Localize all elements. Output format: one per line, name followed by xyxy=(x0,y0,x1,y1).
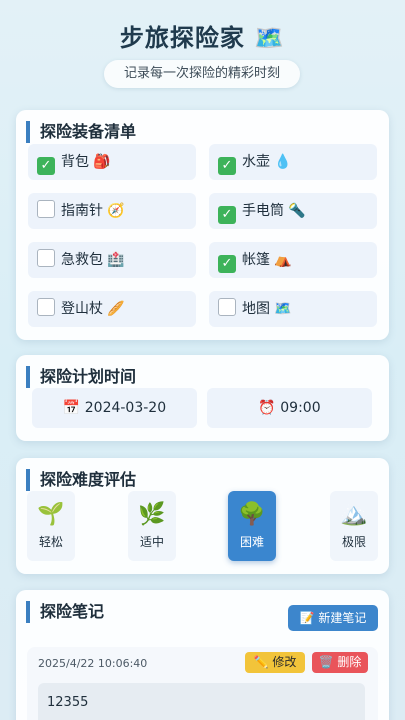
unchecked-box-icon[interactable] xyxy=(37,249,55,267)
note-entry: 2025/4/22 10:06:40 ✏️ 修改 🗑️ 删除 12355 xyxy=(27,647,378,720)
date-picker[interactable]: 📅 2024-03-20 xyxy=(32,388,197,428)
new-note-button[interactable]: 📝 新建笔记 xyxy=(288,605,378,631)
equipment-item-icon: 🗺️ xyxy=(274,301,292,317)
notes-title: 探险笔记 xyxy=(26,601,104,623)
alarm-clock-icon: ⏰ xyxy=(258,400,276,416)
difficulty-label: 极限 xyxy=(341,535,366,549)
equipment-item[interactable]: 指南针 🧭 xyxy=(28,193,196,229)
equipment-item-label: 急救包 xyxy=(61,252,103,268)
equipment-item-icon: 💧 xyxy=(274,154,292,170)
difficulty-icon: 🌱 xyxy=(37,502,65,527)
checked-box-icon[interactable]: ✓ xyxy=(218,206,236,224)
equipment-item-label: 背包 xyxy=(61,154,89,170)
calendar-icon: 📅 xyxy=(62,400,81,416)
edit-note-button[interactable]: ✏️ 修改 xyxy=(245,652,305,673)
equipment-item-icon: 🧭 xyxy=(107,203,125,219)
checked-box-icon[interactable]: ✓ xyxy=(218,255,236,273)
app-title: 步旅探险家 🗺️ xyxy=(119,24,286,52)
equipment-item[interactable]: ✓ 水壶 💧 xyxy=(209,144,377,180)
checked-box-icon[interactable]: ✓ xyxy=(37,157,55,175)
equipment-card: 探险装备清单 ✓ 背包 🎒 ✓ 水壶 💧 指南针 🧭 ✓ 手电筒 🔦 急救包 🏥 ✓ 帐篷 ⛺ 登山杖 🥖 地图 🗺️ xyxy=(16,110,389,340)
equipment-item[interactable]: 登山杖 🥖 xyxy=(28,291,196,327)
difficulty-icon: 🏔️ xyxy=(340,502,368,527)
difficulty-label: 轻松 xyxy=(38,535,63,549)
equipment-item[interactable]: 急救包 🏥 xyxy=(28,242,196,278)
difficulty-card: 探险难度评估 🌱 轻松 🌿 适中 🌳 困难 🏔️ 极限 xyxy=(16,458,389,574)
difficulty-option[interactable]: 🏔️ 极限 xyxy=(330,491,378,561)
difficulty-icon: 🌿 xyxy=(138,502,166,527)
difficulty-label: 困难 xyxy=(239,535,264,549)
difficulty-label: 适中 xyxy=(139,535,164,549)
time-picker[interactable]: ⏰ 09:00 xyxy=(207,388,372,428)
equipment-item-icon: ⛺ xyxy=(274,252,292,268)
difficulty-icon: 🌳 xyxy=(238,502,266,527)
equipment-title: 探险装备清单 xyxy=(26,121,136,143)
schedule-title: 探险计划时间 xyxy=(26,366,136,388)
schedule-card: 探险计划时间 📅 2024-03-20 ⏰ 09:00 xyxy=(16,355,389,441)
equipment-item-label: 地图 xyxy=(242,301,270,317)
equipment-item-icon: 🏥 xyxy=(107,252,125,268)
unchecked-box-icon[interactable] xyxy=(218,298,236,316)
difficulty-option[interactable]: 🌳 困难 xyxy=(228,491,276,561)
equipment-item-label: 登山杖 xyxy=(61,301,103,317)
equipment-item[interactable]: ✓ 背包 🎒 xyxy=(28,144,196,180)
equipment-item-icon: 🥖 xyxy=(107,301,125,317)
note-timestamp: 2025/4/22 10:06:40 xyxy=(38,657,148,670)
equipment-item-label: 帐篷 xyxy=(242,252,270,268)
unchecked-box-icon[interactable] xyxy=(37,298,55,316)
app-subtitle: 记录每一次探险的精彩时刻 xyxy=(104,60,300,88)
checked-box-icon[interactable]: ✓ xyxy=(218,157,236,175)
equipment-item-icon: 🔦 xyxy=(288,203,306,219)
difficulty-title: 探险难度评估 xyxy=(26,469,136,491)
equipment-item-label: 手电筒 xyxy=(242,203,284,219)
date-value: 2024-03-20 xyxy=(84,400,167,416)
difficulty-option[interactable]: 🌱 轻松 xyxy=(27,491,75,561)
unchecked-box-icon[interactable] xyxy=(37,200,55,218)
notes-card: 探险笔记 📝 新建笔记 2025/4/22 10:06:40 ✏️ 修改 🗑️ … xyxy=(16,590,389,720)
equipment-item-label: 水壶 xyxy=(242,154,270,170)
equipment-item-icon: 🎒 xyxy=(93,154,111,170)
time-value: 09:00 xyxy=(280,400,321,416)
equipment-item[interactable]: ✓ 帐篷 ⛺ xyxy=(209,242,377,278)
difficulty-option[interactable]: 🌿 适中 xyxy=(128,491,176,561)
delete-note-button[interactable]: 🗑️ 删除 xyxy=(312,652,368,673)
note-content[interactable]: 12355 xyxy=(38,683,365,720)
equipment-item[interactable]: 地图 🗺️ xyxy=(209,291,377,327)
equipment-item[interactable]: ✓ 手电筒 🔦 xyxy=(209,193,377,229)
equipment-item-label: 指南针 xyxy=(61,203,103,219)
